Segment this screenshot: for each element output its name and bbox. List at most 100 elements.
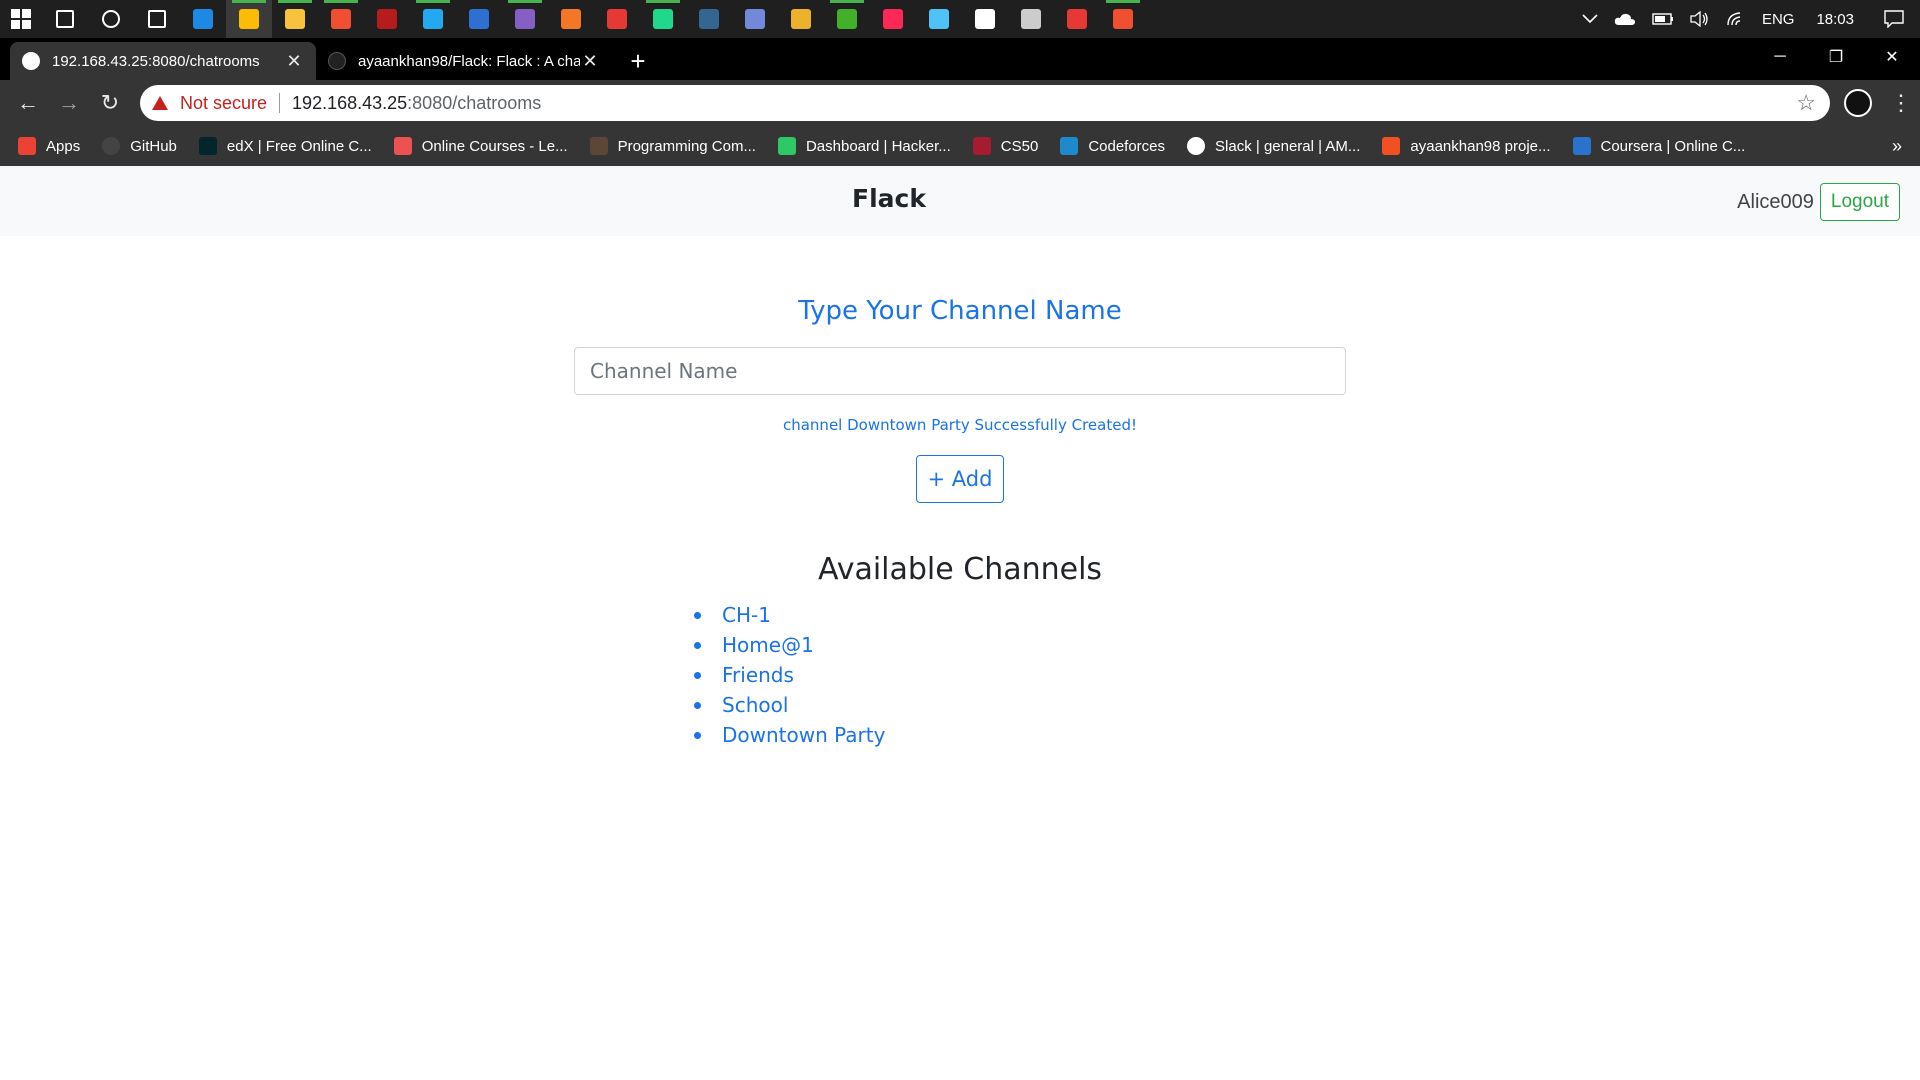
chrome-menu-icon[interactable]: ⋮ xyxy=(1890,90,1912,116)
visual-studio-icon[interactable] xyxy=(502,0,548,38)
file-explorer-icon[interactable] xyxy=(272,0,318,38)
notification-icon[interactable] xyxy=(1868,0,1920,38)
app-glyph xyxy=(699,9,719,29)
bookmark-item[interactable]: Dashboard | Hacker... xyxy=(777,137,951,155)
channel-item[interactable]: Downtown Party xyxy=(690,720,885,750)
forward-icon[interactable]: → xyxy=(49,83,89,123)
running-indicator xyxy=(416,0,450,3)
success-message: channel Downtown Party Successfully Crea… xyxy=(782,416,1137,434)
app-glyph xyxy=(331,9,351,29)
channel-name-input[interactable] xyxy=(574,347,1346,395)
remote-desktop-icon[interactable] xyxy=(916,0,962,38)
volume-icon[interactable] xyxy=(1682,0,1718,38)
logout-button[interactable]: Logout xyxy=(1819,183,1900,221)
acrobat-icon[interactable] xyxy=(1054,0,1100,38)
channel-link[interactable]: CH-1 xyxy=(722,603,771,627)
onedrive-cloud-icon[interactable] xyxy=(1606,0,1644,38)
jupyter-icon[interactable] xyxy=(548,0,594,38)
reload-icon[interactable]: ↻ xyxy=(90,83,130,123)
tab-chatrooms[interactable]: 192.168.43.25:8080/chatrooms ✕ xyxy=(10,42,316,80)
minimize-icon[interactable]: ─ xyxy=(1752,38,1808,76)
wifi-icon[interactable] xyxy=(1718,0,1754,38)
cortana-icon[interactable] xyxy=(88,0,134,38)
brand-title[interactable]: Flack xyxy=(852,184,926,213)
powershell-icon[interactable] xyxy=(456,0,502,38)
security-warning[interactable]: Not secure xyxy=(152,93,267,114)
more-bookmarks-icon[interactable]: » xyxy=(1892,136,1902,157)
close-tab-icon[interactable]: ✕ xyxy=(284,51,304,71)
new-tab-button[interactable]: + xyxy=(620,42,656,80)
back-icon[interactable]: ← xyxy=(8,83,48,123)
bookmark-item[interactable]: Programming Com... xyxy=(589,137,756,155)
codeforces-icon xyxy=(1060,137,1079,155)
profile-avatar[interactable] xyxy=(1844,89,1872,117)
clock[interactable]: 18:03 xyxy=(1802,0,1868,38)
terminal-icon[interactable] xyxy=(1008,0,1054,38)
vscode-icon[interactable] xyxy=(410,0,456,38)
globe-icon xyxy=(1187,137,1206,155)
bookmark-item[interactable]: edX | Free Online C... xyxy=(198,137,372,155)
taskbar-apps xyxy=(42,0,1146,38)
channel-name-heading: Type Your Channel Name xyxy=(798,296,1122,326)
task-view-icon[interactable] xyxy=(134,0,180,38)
bookmark-label: Dashboard | Hacker... xyxy=(805,137,951,155)
bookmark-item[interactable]: Codeforces xyxy=(1060,137,1165,155)
divider xyxy=(279,93,281,113)
language-indicator[interactable]: ENG xyxy=(1754,0,1803,38)
channel-item[interactable]: School xyxy=(690,690,885,720)
bookmark-item[interactable]: Coursera | Online C... xyxy=(1572,137,1745,155)
channel-link[interactable]: Downtown Party xyxy=(722,723,885,747)
restore-icon[interactable]: ❐ xyxy=(1808,38,1864,76)
windows-start-icon[interactable] xyxy=(0,0,42,38)
edge-icon[interactable] xyxy=(180,0,226,38)
channel-link[interactable]: Friends xyxy=(722,663,794,687)
postgres-icon[interactable] xyxy=(686,0,732,38)
pycharm-icon[interactable] xyxy=(640,0,686,38)
bookmark-label: Online Courses - Le... xyxy=(421,137,568,155)
bookmark-label: ayaankhan98 proje... xyxy=(1410,137,1551,155)
app-glyph xyxy=(1113,9,1133,29)
battery-icon[interactable] xyxy=(1644,0,1682,38)
bookmark-item[interactable]: CS50 xyxy=(972,137,1038,155)
address-bar[interactable]: Not secure 192.168.43.25 :8080/chatrooms… xyxy=(140,85,1830,121)
codechef-icon xyxy=(589,137,608,155)
url-host: 192.168.43.25 xyxy=(292,92,408,113)
microsoft-icon xyxy=(1382,137,1401,155)
virtualbox-icon[interactable] xyxy=(962,0,1008,38)
bullet-icon xyxy=(694,671,701,679)
slack-icon[interactable] xyxy=(778,0,824,38)
bookmark-item[interactable]: Slack | general | AM... xyxy=(1187,137,1360,155)
channel-item[interactable]: CH-1 xyxy=(690,600,885,630)
game-icon[interactable] xyxy=(364,0,410,38)
bookmark-item[interactable]: Online Courses - Le... xyxy=(393,137,568,155)
jetbrains-icon[interactable] xyxy=(870,0,916,38)
git-icon[interactable] xyxy=(318,0,364,38)
windows-taskbar: ENG 18:03 xyxy=(0,0,1920,38)
discord-icon[interactable] xyxy=(732,0,778,38)
chrome-icon[interactable] xyxy=(226,0,272,38)
tab-github-flack[interactable]: ayaankhan98/Flack: Flack : A chat ✕ xyxy=(316,42,612,80)
close-window-icon[interactable]: ✕ xyxy=(1864,38,1920,76)
channel-item[interactable]: Home@1 xyxy=(690,630,885,660)
bookmark-item[interactable]: GitHub xyxy=(102,137,177,155)
bookmark-star-icon[interactable]: ☆ xyxy=(1796,90,1816,116)
app-glyph xyxy=(791,9,811,29)
search-icon[interactable] xyxy=(42,0,88,38)
channel-link[interactable]: School xyxy=(722,693,788,717)
sourcetree-icon[interactable] xyxy=(1100,0,1146,38)
app-glyph xyxy=(607,9,627,29)
bookmark-item[interactable]: Apps xyxy=(18,137,80,155)
anaconda-icon[interactable] xyxy=(824,0,870,38)
close-tab-icon[interactable]: ✕ xyxy=(580,51,600,71)
browser-tab-strip: 192.168.43.25:8080/chatrooms ✕ ayaankhan… xyxy=(0,38,1920,80)
channel-link[interactable]: Home@1 xyxy=(722,633,814,657)
chevron-up-icon[interactable] xyxy=(1574,0,1606,38)
running-indicator xyxy=(646,0,680,3)
add-channel-button[interactable]: + Add xyxy=(916,455,1004,503)
edx-icon xyxy=(198,137,217,155)
app-glyph xyxy=(883,9,903,29)
bookmark-label: edX | Free Online C... xyxy=(226,137,372,155)
office-icon[interactable] xyxy=(594,0,640,38)
bookmark-item[interactable]: ayaankhan98 proje... xyxy=(1382,137,1551,155)
channel-item[interactable]: Friends xyxy=(690,660,885,690)
